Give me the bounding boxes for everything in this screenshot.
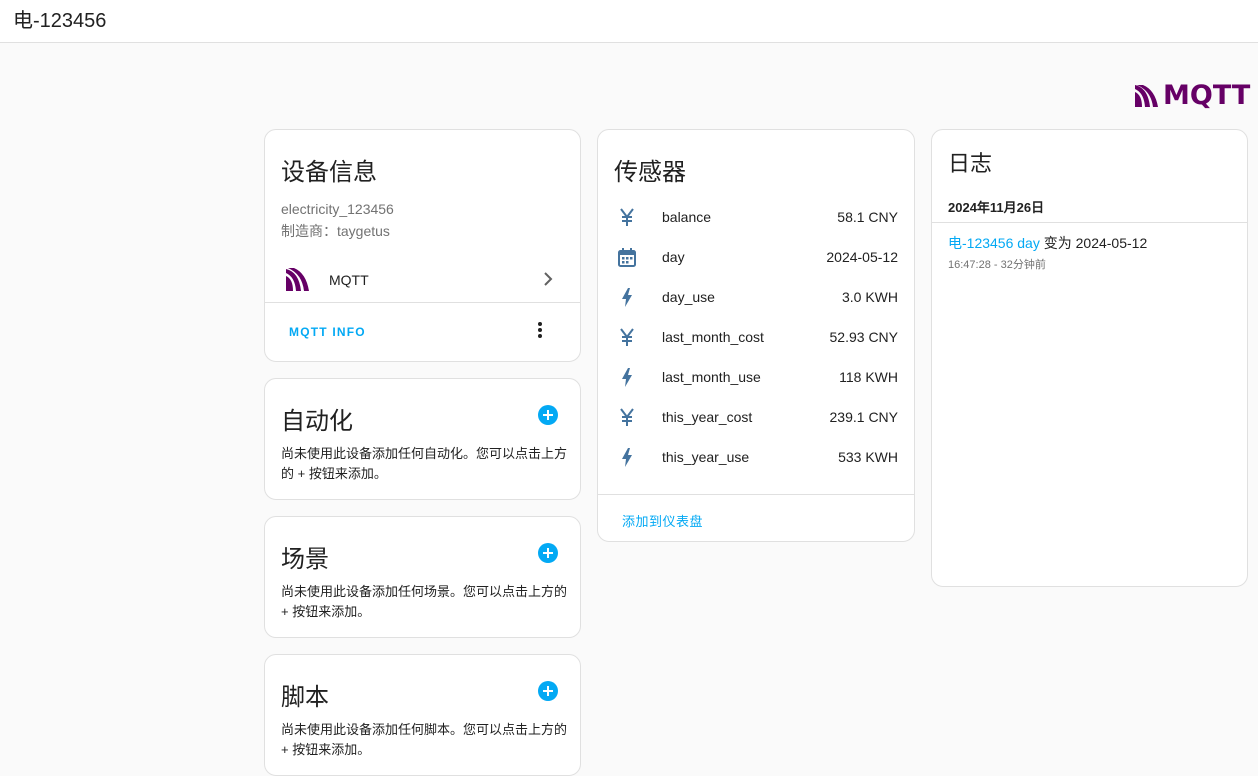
divider (265, 302, 580, 303)
sensor-value: 3.0 KWH (841, 289, 898, 305)
sensor-row-this-year-cost[interactable]: this_year_cost 239.1 CNY (598, 398, 914, 438)
lightning-icon (622, 288, 632, 307)
sensor-name: last_month_use (662, 369, 761, 385)
logbook-entry-time: 16:47:28 - 32分钟前 (948, 259, 1046, 271)
device-manufacturer: 制造商：taygetus (281, 223, 390, 239)
sensor-row-this-year-use[interactable]: this_year_use 533 KWH (598, 438, 914, 478)
sensor-value: 239.1 CNY (829, 409, 898, 425)
script-title: 脚本 (281, 684, 329, 711)
automation-description: 尚未使用此设备添加任何自动化。您可以点击上方的 + 按钮来添加。 (281, 446, 568, 481)
chevron-right-icon (544, 272, 553, 286)
logbook-entry-text: 变为 2024-05-12 (1039, 235, 1148, 251)
top-bar: 电-123456 (0, 0, 1258, 43)
mqtt-brand-logo: MQTT (1134, 82, 1250, 109)
sensor-row-day[interactable]: day 2024-05-12 (598, 238, 914, 278)
calendar-icon (618, 248, 636, 267)
sensor-name: this_year_use (662, 449, 750, 465)
add-automation-icon[interactable] (538, 405, 558, 425)
add-scene-icon[interactable] (538, 543, 558, 563)
sensor-value: 533 KWH (838, 449, 898, 465)
divider (932, 222, 1247, 223)
sensors-card: 传感器 balance 58.1 CNY day 2024-05-12 day_… (597, 129, 915, 542)
yuan-icon (620, 328, 634, 346)
sensor-name: this_year_cost (662, 409, 753, 425)
sensors-title: 传感器 (614, 159, 686, 186)
sensor-value: 2024-05-12 (826, 249, 898, 265)
page-title: 电-123456 (13, 10, 107, 32)
sensor-row-last-month-use[interactable]: last_month_use 118 KWH (598, 358, 914, 398)
sensor-row-last-month-cost[interactable]: last_month_cost 52.93 CNY (598, 318, 914, 358)
automation-card: 自动化 尚未使用此设备添加任何自动化。您可以点击上方的 + 按钮来添加。 (264, 378, 581, 500)
lightning-icon (622, 368, 632, 387)
divider (598, 494, 914, 495)
sensor-value: 118 KWH (839, 369, 898, 385)
device-model: electricity_123456 (281, 201, 394, 217)
logbook-date: 2024年11月26日 (948, 200, 1045, 215)
sensor-name: last_month_cost (662, 329, 764, 345)
logbook-entity-link[interactable]: 电-123456 day (948, 235, 1040, 251)
script-description: 尚未使用此设备添加任何脚本。您可以点击上方的 + 按钮来添加。 (281, 722, 568, 757)
device-info-title: 设备信息 (281, 159, 377, 186)
automation-title: 自动化 (281, 408, 353, 435)
sensor-row-balance[interactable]: balance 58.1 CNY (598, 198, 914, 238)
logbook-card: 日志 2024年11月26日 电-123456 day 变为 2024-05-1… (931, 129, 1248, 587)
mqtt-icon (286, 268, 309, 291)
more-options-icon[interactable] (530, 320, 550, 344)
scene-title: 场景 (281, 546, 329, 573)
scene-description: 尚未使用此设备添加任何场景。您可以点击上方的 + 按钮来添加。 (281, 584, 568, 619)
sensor-name: balance (662, 209, 712, 225)
add-script-icon[interactable] (538, 681, 558, 701)
mqtt-logo-text: MQTT (1163, 80, 1251, 111)
logbook-entry: 电-123456 day 变为 2024-05-12 (948, 233, 1147, 253)
sensor-name: day (662, 249, 685, 265)
sensor-value: 58.1 CNY (837, 209, 898, 225)
sensor-name: day_use (662, 289, 715, 305)
integration-name: MQTT (329, 272, 369, 288)
sensor-row-day-use[interactable]: day_use 3.0 KWH (598, 278, 914, 318)
yuan-icon (620, 208, 634, 226)
script-card: 脚本 尚未使用此设备添加任何脚本。您可以点击上方的 + 按钮来添加。 (264, 654, 581, 776)
mqtt-logo-icon (1135, 84, 1158, 107)
sensor-value: 52.93 CNY (829, 329, 898, 345)
logbook-title: 日志 (948, 151, 993, 176)
integration-link-mqtt[interactable]: MQTT (265, 258, 580, 302)
scene-card: 场景 尚未使用此设备添加任何场景。您可以点击上方的 + 按钮来添加。 (264, 516, 581, 638)
device-info-card: 设备信息 electricity_123456 制造商：taygetus MQT… (264, 129, 581, 362)
mqtt-info-button[interactable]: MQTT INFO (289, 325, 366, 339)
lightning-icon (622, 448, 632, 467)
yuan-icon (620, 408, 634, 426)
add-to-dashboard-button[interactable]: 添加到仪表盘 (622, 511, 703, 530)
